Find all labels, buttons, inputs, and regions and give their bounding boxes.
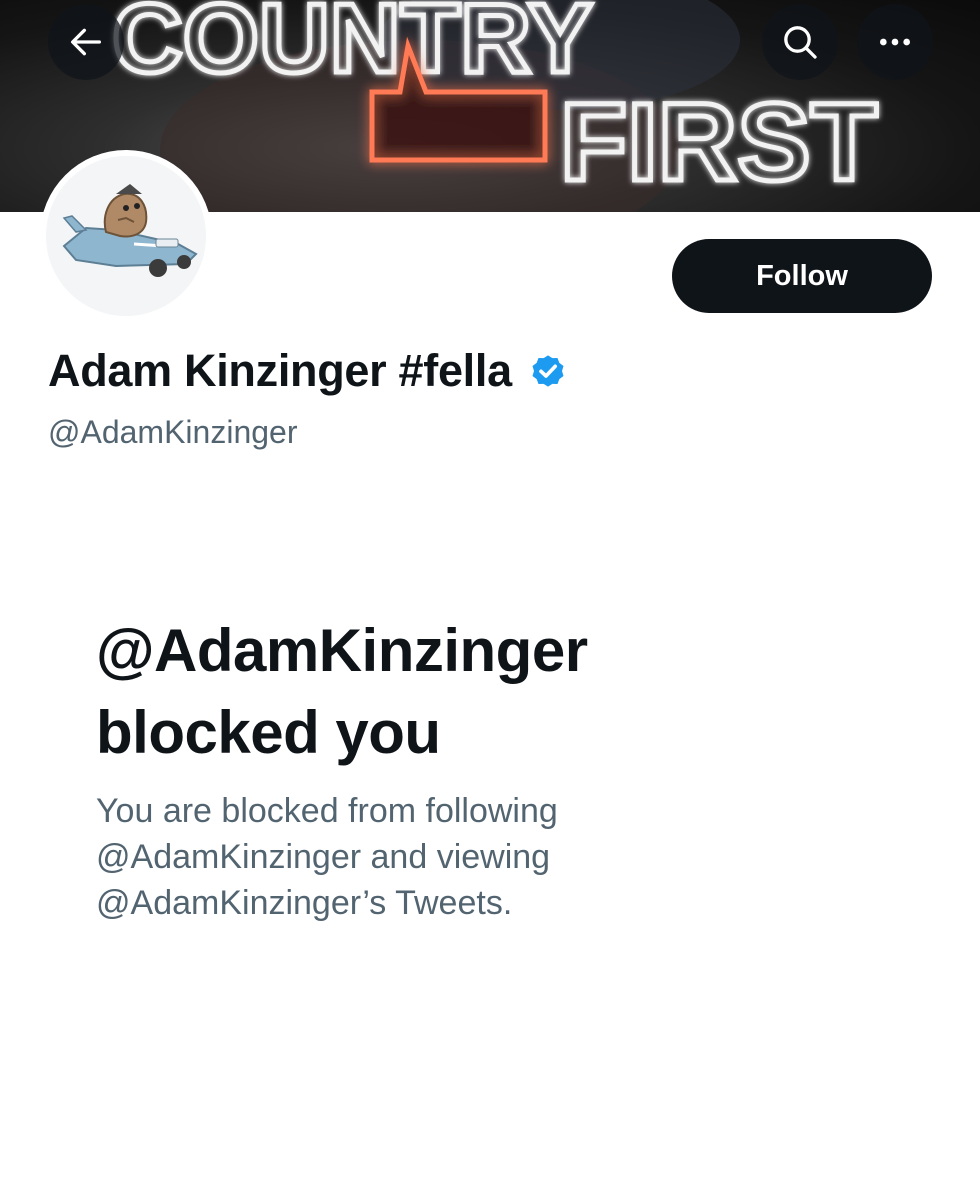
follow-button[interactable]: Follow — [672, 239, 932, 313]
blocked-title-line: @AdamKinzinger — [96, 617, 588, 684]
profile-name-row: Adam Kinzinger #fella — [48, 345, 568, 397]
search-icon — [784, 26, 817, 59]
avatar-illustration — [46, 156, 206, 316]
back-button[interactable] — [48, 4, 124, 80]
profile-handle: @AdamKinzinger — [48, 414, 298, 450]
avatar[interactable] — [40, 150, 212, 322]
blocked-title-line: blocked you — [96, 699, 441, 766]
blocked-description: You are blocked from following @AdamKinz… — [96, 788, 796, 926]
blocked-description-line: @AdamKinzinger’s Tweets. — [96, 884, 513, 922]
verified-badge-icon — [532, 355, 564, 387]
avatar-image — [46, 156, 206, 316]
banner-text-country: COUNTRY — [112, 0, 593, 93]
blocked-description-line: You are blocked from following — [96, 792, 558, 830]
blocked-title: @AdamKinzinger blocked you — [96, 610, 856, 774]
arrow-left-icon — [71, 28, 102, 56]
blocked-description-line: @AdamKinzinger and viewing — [96, 838, 551, 876]
more-horizontal-icon — [880, 38, 910, 46]
search-button[interactable] — [762, 4, 838, 80]
banner-text-first: FIRST — [560, 81, 878, 204]
display-name: Adam Kinzinger #fella — [48, 345, 512, 396]
more-options-button[interactable] — [857, 4, 933, 80]
